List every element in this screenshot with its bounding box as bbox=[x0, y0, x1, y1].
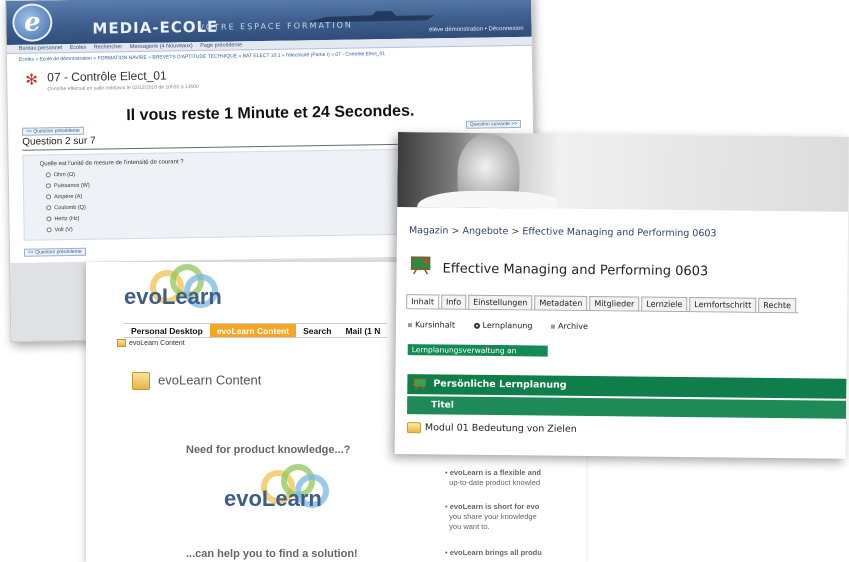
ship-icon bbox=[306, 10, 435, 23]
tab-rechte[interactable]: Rechte bbox=[758, 297, 797, 313]
breadcrumb[interactable]: evoLearn Content bbox=[117, 339, 185, 347]
menu-item-bureau[interactable]: Bureau personnel bbox=[19, 45, 63, 52]
menu-item-messagerie[interactable]: Messagerie (4 Nouveaux) bbox=[130, 43, 193, 50]
radio-icon[interactable] bbox=[45, 183, 51, 189]
answer-option-ohm[interactable]: Ohm (Ω) bbox=[45, 172, 75, 178]
course-board-icon bbox=[410, 256, 431, 275]
radio-icon[interactable] bbox=[46, 205, 52, 211]
tab-einstellungen[interactable]: Einstellungen bbox=[468, 294, 533, 310]
evolearn-logo: evoLearn bbox=[124, 284, 222, 309]
tab-lernziele[interactable]: Lernziele bbox=[641, 296, 688, 312]
tab-bar: Inhalt Info Einstellungen Metadaten Mitg… bbox=[406, 294, 799, 314]
subtab-archive[interactable]: Archive bbox=[551, 322, 596, 331]
previous-question-button[interactable]: << Question précédente bbox=[22, 126, 84, 136]
tab-metadaten[interactable]: Metadaten bbox=[534, 295, 588, 310]
breadcrumb: Magazin > Angebote > Effective Managing … bbox=[409, 225, 717, 239]
lernplanung-window: Magazin > Angebote > Effective Managing … bbox=[394, 132, 849, 459]
evolearn-big-logo: evoLearn bbox=[224, 486, 322, 511]
next-question-button[interactable]: Question suivante >> bbox=[465, 119, 522, 129]
box-icon bbox=[117, 339, 126, 347]
box-icon bbox=[132, 372, 150, 390]
media-ecole-logo: e bbox=[12, 3, 53, 42]
admin-toggle-button[interactable]: Lernplanungsverwaltung an bbox=[407, 344, 548, 357]
answer-option-coulomb[interactable]: Coulomb (Q) bbox=[46, 205, 86, 212]
lernplanung-icon bbox=[413, 378, 426, 391]
feature-bullet: • evoLearn is short for evo you share yo… bbox=[445, 502, 540, 531]
subtabs: Kursinhalt Lernplanung Archive bbox=[407, 320, 604, 331]
radio-icon[interactable] bbox=[46, 227, 52, 233]
evolearn-nav: Personal Desktop evoLearn Content Search… bbox=[124, 323, 388, 338]
breadcrumb-angebote[interactable]: Angebote bbox=[462, 226, 508, 237]
menu-item-ecoles[interactable]: Ecoles bbox=[70, 45, 87, 51]
feature-bullet: • evoLearn is a flexible and up-to-date … bbox=[445, 468, 542, 487]
table-row[interactable]: Modul 01 Bedeutung von Zielen bbox=[406, 422, 577, 435]
answer-option-hertz[interactable]: Hertz (Hz) bbox=[46, 216, 80, 223]
page-title: 07 - Contrôle Elect_01 bbox=[47, 68, 167, 85]
breadcrumb-course[interactable]: Effective Managing and Performing 0603 bbox=[522, 226, 716, 239]
subtab-kursinhalt[interactable]: Kursinhalt bbox=[407, 320, 463, 330]
content-heading: evoLearn Content bbox=[132, 372, 261, 390]
answer-option-volt[interactable]: Volt (V) bbox=[46, 227, 73, 233]
tab-info[interactable]: Info bbox=[440, 294, 467, 309]
column-header-titel[interactable]: Titel bbox=[407, 396, 847, 419]
tab-mitglieder[interactable]: Mitglieder bbox=[589, 296, 640, 311]
previous-question-button-bottom[interactable]: << Question précédente bbox=[23, 247, 86, 257]
menu-item-page-precedente[interactable]: Page précédente bbox=[200, 42, 242, 49]
tagline-answer: ...can help you to find a solution! bbox=[186, 548, 358, 560]
nav-personal-desktop[interactable]: Personal Desktop bbox=[124, 324, 210, 337]
breadcrumb-separator: > bbox=[511, 226, 520, 238]
tagline-question: Need for product knowledge...? bbox=[186, 444, 351, 456]
subtab-lernplanung[interactable]: Lernplanung bbox=[473, 321, 540, 331]
nav-mail[interactable]: Mail (1 N bbox=[338, 324, 387, 337]
countdown-timer: Il vous reste 1 Minute et 24 Secondes. bbox=[126, 102, 415, 125]
breadcrumb-magazin[interactable]: Magazin bbox=[409, 225, 449, 236]
answer-option-puissance[interactable]: Puissance (W) bbox=[45, 183, 90, 190]
header-banner bbox=[557, 133, 849, 212]
tab-inhalt[interactable]: Inhalt bbox=[406, 294, 440, 309]
feature-bullet: • evoLearn brings all produ bbox=[445, 548, 542, 557]
radio-icon[interactable] bbox=[46, 216, 52, 222]
question-text: Quelle est l'unité de mesure de l'intens… bbox=[39, 159, 184, 168]
header-photo bbox=[397, 132, 558, 209]
answer-option-ampere[interactable]: Ampère (A) bbox=[46, 194, 82, 201]
user-link[interactable]: élève démonstration • Déconnexion bbox=[429, 26, 524, 33]
tab-lernfortschritt[interactable]: Lernfortschritt bbox=[689, 297, 757, 312]
radio-icon[interactable] bbox=[46, 194, 52, 200]
page-subtitle: Contrôle effectué en salle médiavia le 0… bbox=[47, 83, 199, 93]
nav-evolearn-content[interactable]: evoLearn Content bbox=[209, 324, 297, 337]
section-header: Persönliche Lernplanung bbox=[407, 374, 847, 399]
quiz-gear-icon: ✻ bbox=[25, 71, 38, 89]
menu-item-rechercher[interactable]: Rechercher bbox=[94, 44, 123, 50]
course-title: Effective Managing and Performing 0603 bbox=[442, 261, 709, 280]
folder-icon bbox=[406, 422, 421, 434]
radio-icon[interactable] bbox=[45, 172, 51, 178]
breadcrumb-separator: > bbox=[451, 225, 460, 237]
nav-search[interactable]: Search bbox=[296, 324, 338, 337]
